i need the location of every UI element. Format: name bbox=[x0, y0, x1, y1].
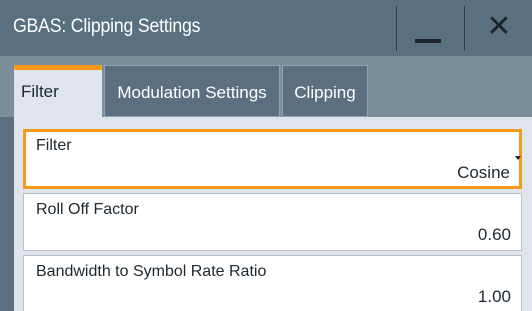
tab-clipping[interactable]: Clipping bbox=[282, 65, 368, 117]
tab-filter[interactable]: Filter bbox=[14, 65, 102, 117]
roll-off-factor-label: Roll Off Factor bbox=[36, 201, 139, 218]
roll-off-factor-field[interactable]: Roll Off Factor 0.60 bbox=[23, 193, 522, 251]
bandwidth-ratio-label: Bandwidth to Symbol Rate Ratio bbox=[36, 263, 267, 280]
filter-label: Filter bbox=[36, 137, 72, 154]
dialog-title: GBAS: Clipping Settings bbox=[13, 16, 201, 37]
minimize-button[interactable] bbox=[396, 6, 460, 51]
minimize-icon bbox=[415, 39, 441, 43]
filter-value: Cosine bbox=[457, 163, 510, 182]
close-button[interactable]: ✕ bbox=[464, 6, 532, 51]
close-icon: ✕ bbox=[486, 10, 512, 43]
filter-panel: Filter Cosine Roll Off Factor 0.60 Bandw… bbox=[14, 117, 532, 311]
roll-off-factor-value: 0.60 bbox=[477, 225, 511, 244]
filter-select[interactable]: Filter Cosine bbox=[23, 129, 522, 189]
clipping-settings-dialog: GBAS: Clipping Settings ✕ Filter Modulat… bbox=[0, 0, 532, 311]
tab-bar: Filter Modulation Settings Clipping bbox=[0, 56, 532, 119]
bandwidth-ratio-value: 1.00 bbox=[477, 287, 511, 306]
tab-modulation-settings[interactable]: Modulation Settings bbox=[104, 65, 280, 117]
dropdown-arrow-icon bbox=[515, 156, 521, 160]
bandwidth-ratio-field[interactable]: Bandwidth to Symbol Rate Ratio 1.00 bbox=[23, 255, 522, 311]
title-bar: GBAS: Clipping Settings ✕ bbox=[0, 0, 532, 57]
panel-left-edge bbox=[0, 117, 14, 311]
